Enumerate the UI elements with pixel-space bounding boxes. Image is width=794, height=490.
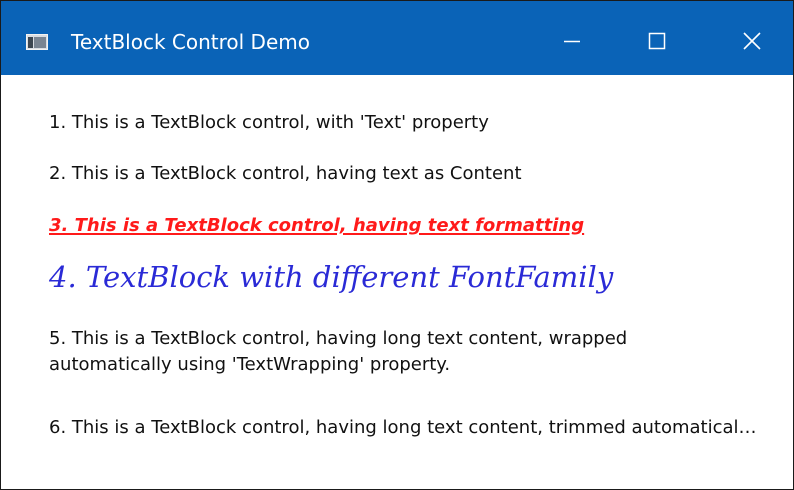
app-icon bbox=[26, 34, 48, 50]
app-window: TextBlock Control Demo 1. This is a Text… bbox=[0, 0, 794, 490]
close-button[interactable] bbox=[722, 21, 782, 65]
textblock-content: 2. This is a TextBlock control, having t… bbox=[49, 163, 522, 184]
maximize-icon bbox=[647, 31, 667, 56]
title-bar[interactable]: TextBlock Control Demo bbox=[1, 1, 793, 75]
close-icon bbox=[742, 31, 762, 56]
window-content: 1. This is a TextBlock control, with 'Te… bbox=[1, 75, 793, 489]
textblock-text-property: 1. This is a TextBlock control, with 'Te… bbox=[49, 112, 489, 133]
minimize-button[interactable] bbox=[542, 21, 602, 65]
textblock-trimmed: 6. This is a TextBlock control, having l… bbox=[49, 417, 757, 438]
textblock-fontfamily: 4. TextBlock with different FontFamily bbox=[49, 260, 614, 294]
minimize-icon bbox=[562, 31, 582, 56]
window-title: TextBlock Control Demo bbox=[71, 30, 310, 54]
textblock-formatted: 3. This is a TextBlock control, having t… bbox=[49, 215, 585, 236]
textblock-wrapped: 5. This is a TextBlock control, having l… bbox=[49, 328, 628, 375]
maximize-button[interactable] bbox=[627, 21, 687, 65]
